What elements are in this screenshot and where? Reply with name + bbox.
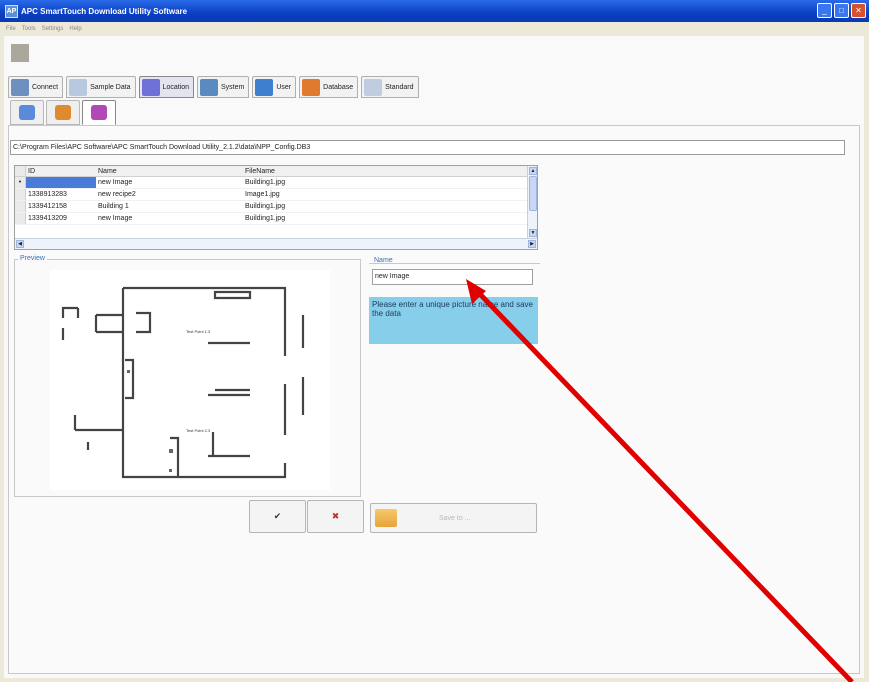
- title-bar: AP APC SmartTouch Download Utility Softw…: [0, 0, 869, 22]
- settings-icon: [19, 105, 35, 120]
- column-header-name[interactable]: Name: [96, 166, 243, 176]
- table-cell[interactable]: Image1.jpg: [243, 189, 523, 200]
- sensor-icon: [127, 370, 130, 373]
- connect-icon: [11, 78, 29, 96]
- table-cell[interactable]: new Image: [96, 213, 243, 224]
- floor-plan-image: Test Point 1.3 Test Point 2.3: [50, 270, 330, 490]
- sensor-icon: [169, 469, 172, 472]
- table-cell[interactable]: 1339412158: [26, 201, 96, 212]
- save-to-button[interactable]: Save to ...: [370, 503, 537, 533]
- subtab-settings[interactable]: [10, 100, 44, 125]
- folder-icon: [375, 509, 397, 527]
- sample-data-icon: [69, 78, 88, 96]
- test-point-label: Test Point 2.3: [186, 428, 211, 433]
- tab-label: User: [276, 83, 292, 91]
- tab-location[interactable]: Location: [138, 76, 195, 98]
- tab-standard[interactable]: Standard: [361, 76, 419, 98]
- menu-bar: File Tools Settings Help: [0, 22, 869, 36]
- tab-label: System: [221, 83, 245, 91]
- toolbar-button[interactable]: [11, 44, 29, 62]
- floor-plan-drawing: Test Point 1.3 Test Point 2.3: [61, 286, 305, 479]
- table-cell[interactable]: [26, 177, 96, 188]
- close-button[interactable]: ✕: [851, 3, 866, 18]
- check-icon: ✔: [273, 511, 282, 521]
- tab-label: Connect: [32, 83, 59, 91]
- column-header-filename[interactable]: FileName: [243, 166, 523, 176]
- vertical-scrollbar[interactable]: ▲ ▼: [527, 166, 537, 238]
- column-header-id[interactable]: ID: [26, 166, 96, 176]
- menu-help[interactable]: Help: [69, 26, 81, 32]
- table-row[interactable]: 1339413209 new Image Building1.jpg: [15, 213, 537, 225]
- database-icon: [302, 78, 321, 96]
- tab-label: Standard: [385, 83, 414, 91]
- sensor-icon: [169, 449, 173, 453]
- tab-label: Sample Data: [90, 83, 131, 91]
- menu-settings[interactable]: Settings: [42, 26, 64, 32]
- tab-database[interactable]: Database: [299, 76, 359, 98]
- sub-tabs: [10, 100, 116, 125]
- tab-label: Location: [162, 83, 190, 91]
- tab-sample-data[interactable]: Sample Data: [66, 76, 136, 98]
- table-cell[interactable]: Building1.jpg: [243, 201, 523, 212]
- tab-system[interactable]: System: [197, 76, 250, 98]
- scroll-up-icon[interactable]: ▲: [529, 167, 537, 175]
- image-table: ID Name FileName • new Image Building1.j…: [14, 165, 538, 250]
- window-title: APC SmartTouch Download Utility Software: [21, 6, 188, 16]
- user-icon: [255, 78, 274, 96]
- table-cell[interactable]: Building1.jpg: [243, 213, 523, 224]
- minimize-button[interactable]: _: [817, 3, 832, 18]
- hint-message: Please enter a unique picture name and s…: [369, 297, 538, 344]
- scroll-right-icon[interactable]: ▶: [528, 240, 536, 248]
- scroll-down-icon[interactable]: ▼: [529, 229, 537, 237]
- picture-name-input[interactable]: new Image: [372, 269, 533, 285]
- table-cell[interactable]: 1339413209: [26, 213, 96, 224]
- maximize-button[interactable]: □: [834, 3, 849, 18]
- preview-group: Preview Test Point 1.3 Test Point 2.3: [14, 255, 361, 497]
- table-row[interactable]: 1338913283 new recipe2 Image1.jpg: [15, 189, 537, 201]
- row-indicator: [15, 213, 26, 224]
- menu-tools[interactable]: Tools: [22, 26, 36, 32]
- app-icon: AP: [5, 4, 18, 18]
- menu-file[interactable]: File: [6, 26, 16, 32]
- table-cell[interactable]: new recipe2: [96, 189, 243, 200]
- row-indicator: •: [15, 177, 26, 188]
- name-group-border: [369, 263, 540, 264]
- main-tabs: Connect Sample Data Location System User…: [8, 76, 419, 98]
- map-icon: [55, 105, 71, 120]
- system-icon: [200, 78, 219, 96]
- table-row[interactable]: 1339412158 Building 1 Building1.jpg: [15, 201, 537, 213]
- table-row[interactable]: • new Image Building1.jpg: [15, 177, 537, 189]
- image-icon: [91, 105, 107, 120]
- preview-legend: Preview: [18, 255, 47, 262]
- scroll-left-icon[interactable]: ◀: [16, 240, 24, 248]
- database-path-field[interactable]: C:\Program Files\APC Software\APC SmartT…: [10, 140, 845, 155]
- test-point-label: Test Point 1.3: [186, 329, 211, 334]
- confirm-button[interactable]: ✔: [249, 500, 306, 533]
- row-indicator: [15, 201, 26, 212]
- subtab-map[interactable]: [46, 100, 80, 125]
- horizontal-scrollbar[interactable]: ◀ ▶: [15, 238, 537, 249]
- table-cell[interactable]: Building 1: [96, 201, 243, 212]
- save-to-label: Save to ...: [439, 514, 471, 522]
- table-cell[interactable]: Building1.jpg: [243, 177, 523, 188]
- subtab-image[interactable]: [82, 100, 116, 125]
- table-header: ID Name FileName: [15, 166, 537, 177]
- tab-label: Database: [323, 83, 354, 91]
- cancel-button[interactable]: ✖: [307, 500, 364, 533]
- table-cell[interactable]: new Image: [96, 177, 243, 188]
- row-indicator: [15, 189, 26, 200]
- location-icon: [141, 78, 160, 96]
- row-indicator-header: [15, 166, 26, 176]
- table-cell[interactable]: 1338913283: [26, 189, 96, 200]
- cross-icon: ✖: [331, 511, 340, 521]
- tab-connect[interactable]: Connect: [8, 76, 64, 98]
- scroll-thumb[interactable]: [529, 176, 537, 211]
- standard-icon: [364, 78, 383, 96]
- tab-user[interactable]: User: [252, 76, 297, 98]
